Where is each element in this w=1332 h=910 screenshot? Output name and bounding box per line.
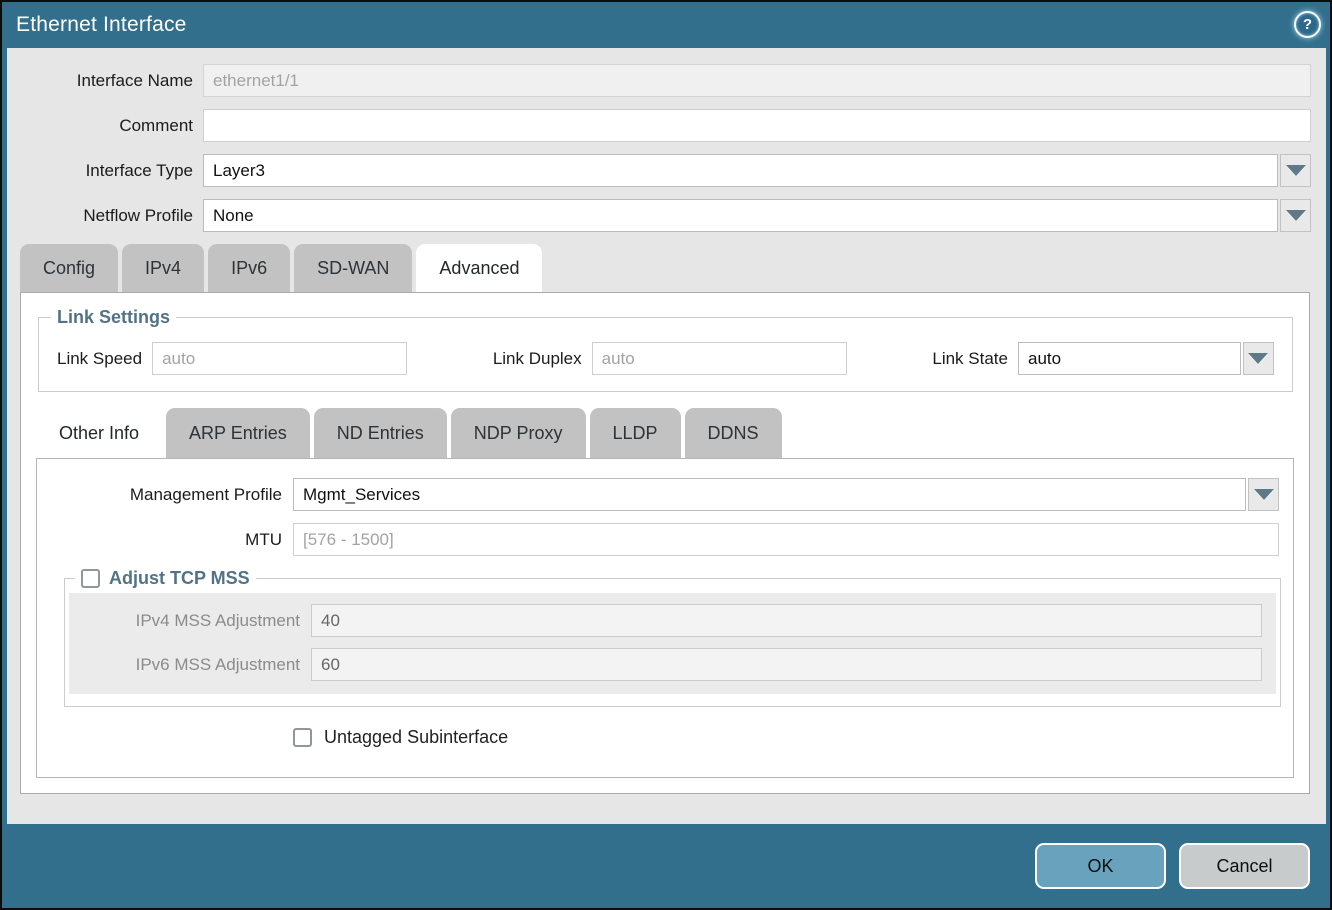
dialog-titlebar: Ethernet Interface ? (2, 2, 1330, 48)
netflow-profile-label: Netflow Profile (7, 206, 203, 226)
tab-ipv4[interactable]: IPv4 (122, 244, 204, 292)
chevron-down-icon[interactable] (1280, 199, 1311, 232)
netflow-profile-row: Netflow Profile None (7, 199, 1326, 232)
ipv4-mss-input (311, 604, 1262, 637)
interface-type-value: Layer3 (203, 154, 1278, 187)
main-tab-bar: Config IPv4 IPv6 SD-WAN Advanced (20, 244, 1326, 292)
interface-name-row: Interface Name (7, 64, 1326, 97)
untagged-subinterface-checkbox[interactable] (293, 728, 312, 747)
management-profile-value: Mgmt_Services (293, 478, 1246, 511)
tab-arp-entries[interactable]: ARP Entries (166, 408, 310, 458)
adjust-tcp-mss-checkbox[interactable] (81, 569, 100, 588)
ok-button[interactable]: OK (1035, 843, 1166, 889)
untagged-subinterface-row: Untagged Subinterface (293, 727, 1293, 748)
management-profile-label: Management Profile (37, 485, 293, 505)
other-info-panel: Management Profile Mgmt_Services MTU (36, 458, 1294, 778)
netflow-profile-dropdown[interactable]: None (203, 199, 1311, 232)
sub-tab-bar: Other Info ARP Entries ND Entries NDP Pr… (36, 408, 1309, 458)
link-speed-group: Link Speed (57, 342, 407, 375)
tab-ipv6[interactable]: IPv6 (208, 244, 290, 292)
tab-nd-entries[interactable]: ND Entries (314, 408, 447, 458)
tab-ndp-proxy[interactable]: NDP Proxy (451, 408, 586, 458)
dialog-title: Ethernet Interface (16, 13, 187, 37)
dialog-footer: OK Cancel (2, 824, 1330, 908)
dialog-body: Interface Name Comment Interface Type La… (7, 48, 1326, 824)
management-profile-row: Management Profile Mgmt_Services (37, 478, 1279, 511)
link-duplex-input[interactable] (592, 342, 847, 375)
netflow-profile-value: None (203, 199, 1278, 232)
link-state-dropdown[interactable]: auto (1018, 342, 1274, 375)
adjust-tcp-mss-legend-text: Adjust TCP MSS (109, 568, 250, 589)
untagged-subinterface-label: Untagged Subinterface (324, 727, 508, 748)
interface-type-row: Interface Type Layer3 (7, 154, 1326, 187)
tab-ddns[interactable]: DDNS (685, 408, 782, 458)
ipv6-mss-label: IPv6 MSS Adjustment (69, 655, 311, 675)
interface-type-dropdown[interactable]: Layer3 (203, 154, 1311, 187)
tab-other-info[interactable]: Other Info (36, 408, 162, 458)
mtu-label: MTU (37, 530, 293, 550)
ipv4-mss-label: IPv4 MSS Adjustment (69, 611, 311, 631)
cancel-button[interactable]: Cancel (1179, 843, 1310, 889)
link-state-value: auto (1018, 342, 1241, 375)
link-state-group: Link State auto (932, 342, 1274, 375)
ipv6-mss-input (311, 648, 1262, 681)
advanced-tab-panel: Link Settings Link Speed Link Duplex Lin… (20, 292, 1310, 794)
interface-name-label: Interface Name (7, 71, 203, 91)
comment-input[interactable] (203, 109, 1311, 142)
management-profile-dropdown[interactable]: Mgmt_Services (293, 478, 1279, 511)
ethernet-interface-dialog: Ethernet Interface ? Interface Name Comm… (0, 0, 1332, 910)
ipv6-mss-row: IPv6 MSS Adjustment (69, 648, 1262, 681)
tab-advanced[interactable]: Advanced (416, 244, 542, 292)
chevron-down-icon[interactable] (1248, 478, 1279, 511)
tab-lldp[interactable]: LLDP (590, 408, 681, 458)
tab-config[interactable]: Config (20, 244, 118, 292)
comment-label: Comment (7, 116, 203, 136)
tab-sdwan[interactable]: SD-WAN (294, 244, 412, 292)
interface-type-label: Interface Type (7, 161, 203, 181)
link-settings-row: Link Speed Link Duplex Link State auto (39, 342, 1292, 375)
link-speed-input[interactable] (152, 342, 407, 375)
chevron-down-icon[interactable] (1243, 342, 1274, 375)
adjust-tcp-mss-fieldset: Adjust TCP MSS IPv4 MSS Adjustment IPv6 … (64, 568, 1281, 707)
help-icon[interactable]: ? (1294, 11, 1321, 38)
link-duplex-group: Link Duplex (493, 342, 847, 375)
link-state-label: Link State (932, 349, 1018, 369)
link-duplex-label: Link Duplex (493, 349, 592, 369)
comment-row: Comment (7, 109, 1326, 142)
ipv4-mss-row: IPv4 MSS Adjustment (69, 604, 1262, 637)
link-settings-fieldset: Link Settings Link Speed Link Duplex Lin… (38, 307, 1293, 392)
mtu-input[interactable] (293, 523, 1279, 556)
link-speed-label: Link Speed (57, 349, 152, 369)
link-settings-legend: Link Settings (51, 307, 176, 328)
interface-name-input (203, 64, 1311, 97)
mss-disabled-panel: IPv4 MSS Adjustment IPv6 MSS Adjustment (69, 593, 1276, 694)
mtu-row: MTU (37, 523, 1279, 556)
chevron-down-icon[interactable] (1280, 154, 1311, 187)
adjust-tcp-mss-legend: Adjust TCP MSS (75, 568, 256, 589)
